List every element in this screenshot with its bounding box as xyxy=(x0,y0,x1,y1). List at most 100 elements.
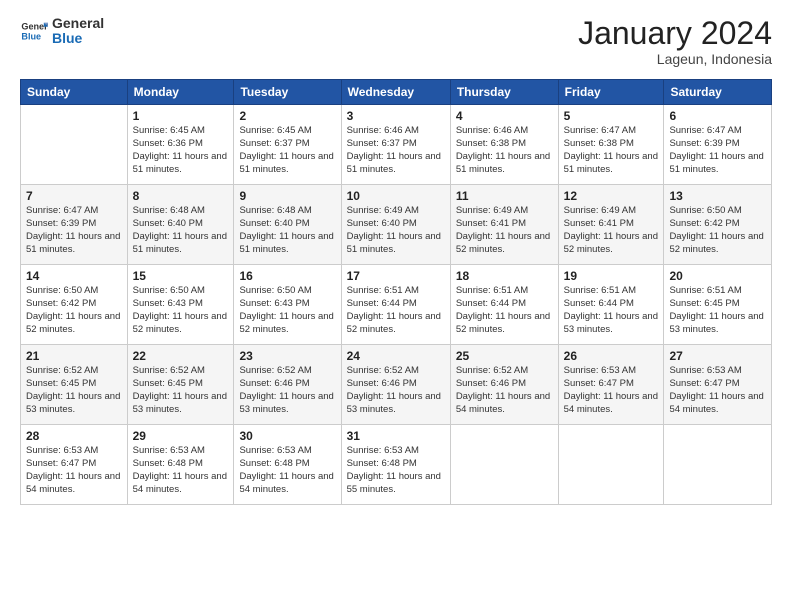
daylight-text: Daylight: 11 hours and 51 minutes. xyxy=(239,231,335,257)
day-number: 29 xyxy=(133,429,229,443)
sunset-text: Sunset: 6:47 PM xyxy=(26,458,122,471)
sunrise-text: Sunrise: 6:53 AM xyxy=(669,365,766,378)
table-row xyxy=(21,105,128,185)
table-row: 23Sunrise: 6:52 AMSunset: 6:46 PMDayligh… xyxy=(234,345,341,425)
sunrise-text: Sunrise: 6:50 AM xyxy=(669,205,766,218)
day-info: Sunrise: 6:53 AMSunset: 6:47 PMDaylight:… xyxy=(564,365,659,416)
daylight-text: Daylight: 11 hours and 54 minutes. xyxy=(564,391,659,417)
day-info: Sunrise: 6:47 AMSunset: 6:38 PMDaylight:… xyxy=(564,125,659,176)
daylight-text: Daylight: 11 hours and 51 minutes. xyxy=(347,151,445,177)
day-number: 3 xyxy=(347,109,445,123)
day-info: Sunrise: 6:53 AMSunset: 6:47 PMDaylight:… xyxy=(669,365,766,416)
sunrise-text: Sunrise: 6:47 AM xyxy=(564,125,659,138)
table-row: 8 Sunrise: 6:48 AMSunset: 6:40 PMDaylight… xyxy=(127,185,234,265)
day-info: Sunrise: 6:52 AMSunset: 6:45 PMDaylight:… xyxy=(133,365,229,416)
daylight-text: Daylight: 11 hours and 55 minutes. xyxy=(347,471,445,497)
sunset-text: Sunset: 6:40 PM xyxy=(239,218,335,231)
sunset-text: Sunset: 6:46 PM xyxy=(456,378,553,391)
sunset-text: Sunset: 6:48 PM xyxy=(239,458,335,471)
sunrise-text: Sunrise: 6:51 AM xyxy=(564,285,659,298)
daylight-text: Daylight: 11 hours and 54 minutes. xyxy=(456,391,553,417)
sunset-text: Sunset: 6:44 PM xyxy=(347,298,445,311)
day-number: 30 xyxy=(239,429,335,443)
daylight-text: Daylight: 11 hours and 53 minutes. xyxy=(26,391,122,417)
table-row xyxy=(664,425,772,505)
calendar-week-row: 7Sunrise: 6:47 AMSunset: 6:39 PMDaylight… xyxy=(21,185,772,265)
day-number: 26 xyxy=(564,349,659,363)
sunset-text: Sunset: 6:38 PM xyxy=(456,138,553,151)
table-row: 11Sunrise: 6:49 AMSunset: 6:41 PMDayligh… xyxy=(450,185,558,265)
day-number: 22 xyxy=(133,349,229,363)
daylight-text: Daylight: 11 hours and 53 minutes. xyxy=(133,391,229,417)
daylight-text: Daylight: 11 hours and 52 minutes. xyxy=(239,311,335,337)
sunrise-text: Sunrise: 6:49 AM xyxy=(347,205,445,218)
daylight-text: Daylight: 11 hours and 54 minutes. xyxy=(669,391,766,417)
sunset-text: Sunset: 6:40 PM xyxy=(347,218,445,231)
day-number: 2 xyxy=(239,109,335,123)
sunset-text: Sunset: 6:39 PM xyxy=(669,138,766,151)
header-thursday: Thursday xyxy=(450,80,558,105)
daylight-text: Daylight: 11 hours and 54 minutes. xyxy=(133,471,229,497)
table-row: 29Sunrise: 6:53 AMSunset: 6:48 PMDayligh… xyxy=(127,425,234,505)
sunrise-text: Sunrise: 6:51 AM xyxy=(456,285,553,298)
day-info: Sunrise: 6:48 AMSunset: 6:40 PMDaylight:… xyxy=(239,205,335,256)
sunset-text: Sunset: 6:37 PM xyxy=(347,138,445,151)
day-number: 14 xyxy=(26,269,122,283)
sunset-text: Sunset: 6:44 PM xyxy=(456,298,553,311)
day-number: 12 xyxy=(564,189,659,203)
daylight-text: Daylight: 11 hours and 53 minutes. xyxy=(239,391,335,417)
day-info: Sunrise: 6:53 AMSunset: 6:48 PMDaylight:… xyxy=(347,445,445,496)
day-number: 8 xyxy=(133,189,229,203)
calendar-week-row: 1Sunrise: 6:45 AMSunset: 6:36 PMDaylight… xyxy=(21,105,772,185)
sunset-text: Sunset: 6:46 PM xyxy=(239,378,335,391)
table-row: 18Sunrise: 6:51 AMSunset: 6:44 PMDayligh… xyxy=(450,265,558,345)
calendar-week-row: 14Sunrise: 6:50 AMSunset: 6:42 PMDayligh… xyxy=(21,265,772,345)
day-number: 19 xyxy=(564,269,659,283)
sunrise-text: Sunrise: 6:52 AM xyxy=(26,365,122,378)
table-row xyxy=(558,425,664,505)
logo-text-blue: Blue xyxy=(52,31,104,46)
day-number: 25 xyxy=(456,349,553,363)
day-info: Sunrise: 6:49 AMSunset: 6:40 PMDaylight:… xyxy=(347,205,445,256)
sunrise-text: Sunrise: 6:48 AM xyxy=(239,205,335,218)
table-row: 27Sunrise: 6:53 AMSunset: 6:47 PMDayligh… xyxy=(664,345,772,425)
daylight-text: Daylight: 11 hours and 52 minutes. xyxy=(133,311,229,337)
sunrise-text: Sunrise: 6:48 AM xyxy=(133,205,229,218)
location: Lageun, Indonesia xyxy=(578,51,772,67)
sunrise-text: Sunrise: 6:53 AM xyxy=(133,445,229,458)
sunrise-text: Sunrise: 6:52 AM xyxy=(133,365,229,378)
table-row: 16Sunrise: 6:50 AMSunset: 6:43 PMDayligh… xyxy=(234,265,341,345)
header: General Blue General Blue January 2024 L… xyxy=(20,16,772,67)
table-row xyxy=(450,425,558,505)
day-info: Sunrise: 6:53 AMSunset: 6:47 PMDaylight:… xyxy=(26,445,122,496)
day-info: Sunrise: 6:48 AMSunset: 6:40 PMDaylight:… xyxy=(133,205,229,256)
table-row: 28 Sunrise: 6:53 AMSunset: 6:47 PMDayligh… xyxy=(21,425,128,505)
day-number: 9 xyxy=(239,189,335,203)
sunrise-text: Sunrise: 6:47 AM xyxy=(669,125,766,138)
sunrise-text: Sunrise: 6:50 AM xyxy=(133,285,229,298)
day-number: 1 xyxy=(133,109,229,123)
daylight-text: Daylight: 11 hours and 51 minutes. xyxy=(26,231,122,257)
sunset-text: Sunset: 6:47 PM xyxy=(669,378,766,391)
day-info: Sunrise: 6:51 AMSunset: 6:44 PMDaylight:… xyxy=(564,285,659,336)
sunrise-text: Sunrise: 6:53 AM xyxy=(26,445,122,458)
sunrise-text: Sunrise: 6:53 AM xyxy=(347,445,445,458)
day-number: 17 xyxy=(347,269,445,283)
day-number: 28 xyxy=(26,429,122,443)
sunrise-text: Sunrise: 6:51 AM xyxy=(347,285,445,298)
sunrise-text: Sunrise: 6:49 AM xyxy=(456,205,553,218)
sunrise-text: Sunrise: 6:46 AM xyxy=(456,125,553,138)
table-row: 3Sunrise: 6:46 AMSunset: 6:37 PMDaylight… xyxy=(341,105,450,185)
daylight-text: Daylight: 11 hours and 51 minutes. xyxy=(456,151,553,177)
sunset-text: Sunset: 6:45 PM xyxy=(26,378,122,391)
sunrise-text: Sunrise: 6:50 AM xyxy=(239,285,335,298)
sunset-text: Sunset: 6:41 PM xyxy=(456,218,553,231)
day-number: 6 xyxy=(669,109,766,123)
table-row: 7Sunrise: 6:47 AMSunset: 6:39 PMDaylight… xyxy=(21,185,128,265)
sunset-text: Sunset: 6:48 PM xyxy=(347,458,445,471)
table-row: 2Sunrise: 6:45 AMSunset: 6:37 PMDaylight… xyxy=(234,105,341,185)
day-info: Sunrise: 6:52 AMSunset: 6:45 PMDaylight:… xyxy=(26,365,122,416)
sunset-text: Sunset: 6:47 PM xyxy=(564,378,659,391)
calendar-header-row: Sunday Monday Tuesday Wednesday Thursday… xyxy=(21,80,772,105)
day-info: Sunrise: 6:51 AMSunset: 6:44 PMDaylight:… xyxy=(456,285,553,336)
